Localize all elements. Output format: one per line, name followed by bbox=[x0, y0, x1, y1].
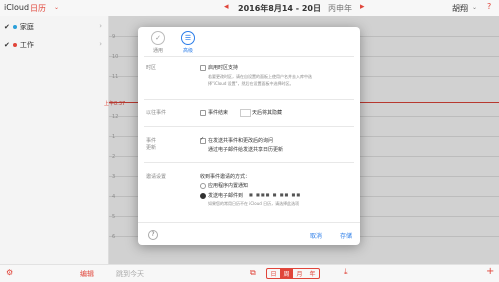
invite-radio-app[interactable] bbox=[200, 183, 206, 189]
cancel-button[interactable]: 取消 bbox=[310, 231, 322, 240]
invitations-heading: 收到事件邀请的方式： bbox=[200, 174, 251, 180]
go-today-button[interactable]: 跳到今天 bbox=[116, 269, 144, 279]
past-events-checkbox[interactable] bbox=[200, 110, 206, 116]
updates-option: 通过电子邮件给发送共享日历更新 bbox=[208, 147, 284, 153]
view-year[interactable]: 年 bbox=[306, 269, 319, 278]
section-divider bbox=[144, 56, 354, 57]
advanced-icon: ☰ bbox=[181, 31, 195, 45]
invite-note: 如果您的常用日历不在 iCloud 日历，请选择此选项 bbox=[208, 201, 300, 206]
updates-label: 更新 bbox=[146, 145, 157, 151]
sidebar-item-work[interactable]: ✔ 工作 bbox=[4, 40, 34, 50]
help-icon[interactable]: ? bbox=[487, 2, 491, 11]
app-title[interactable]: 日历 bbox=[30, 3, 46, 14]
past-events-label: 以往事件 bbox=[146, 110, 167, 116]
edit-button[interactable]: 编辑 bbox=[80, 269, 94, 279]
past-events-option: 天后将其隐藏 bbox=[252, 110, 283, 116]
invite-option: 应用程序内置通知 bbox=[208, 183, 249, 189]
days-input[interactable] bbox=[240, 109, 251, 117]
view-month[interactable]: 月 bbox=[293, 269, 306, 278]
sidebar-item-label: 家庭 bbox=[19, 23, 34, 31]
timezone-desc: 若要更改时区，请在自设置的面板上使用户名并去入库中选 bbox=[208, 74, 312, 79]
sidebar-item-home[interactable]: ✔ 家庭 bbox=[4, 22, 34, 32]
section-divider bbox=[144, 126, 354, 127]
tab-label: 通用 bbox=[152, 48, 163, 54]
timezone-checkbox[interactable] bbox=[200, 65, 206, 71]
brand: iCloud bbox=[4, 3, 30, 12]
tab-label: 高级 bbox=[182, 48, 193, 54]
timezone-option: 启用时区支持 bbox=[208, 65, 239, 71]
calendar-color-dot bbox=[12, 25, 17, 29]
date-range: 2016年8月14 - 20日 bbox=[238, 4, 321, 13]
bottom-bar: ⚙ 编辑 跳到今天 ⧉ 日 周 月 年 ⤓ + bbox=[0, 264, 499, 282]
view-day[interactable]: 日 bbox=[267, 269, 280, 278]
tab-general[interactable]: ✓ 通用 bbox=[144, 31, 172, 54]
chevron-down-icon[interactable]: ⌄ bbox=[472, 4, 477, 11]
past-events-option: 事件结束 bbox=[208, 110, 229, 116]
sidebar-item-label: 工作 bbox=[19, 41, 34, 49]
top-bar: iCloud 日历 ⌄ ◂ 2016年8月14 - 20日 丙申年 ▸ 胡翔 ⌄… bbox=[0, 0, 499, 17]
invite-option: 发送电子邮件到 bbox=[208, 193, 244, 199]
updates-checkbox[interactable] bbox=[200, 136, 206, 144]
save-button[interactable]: 存储 bbox=[340, 231, 352, 240]
settings-gear-icon[interactable]: ⚙ bbox=[6, 268, 13, 277]
checkmark-icon: ✓ bbox=[151, 31, 165, 45]
checkmark-icon: ✔ bbox=[4, 23, 10, 31]
updates-label: 事件 bbox=[146, 138, 157, 144]
previous-week-icon[interactable]: ◂ bbox=[224, 2, 229, 12]
calendar-sidebar: ✔ 家庭 ✔ 工作 › › bbox=[0, 16, 109, 264]
view-switcher: 日 周 月 年 bbox=[266, 268, 320, 279]
section-divider bbox=[138, 222, 360, 223]
timezone-label: 时区 bbox=[146, 65, 157, 71]
redacted-email: ■ ■■■ ■ ■■ ■■ bbox=[249, 192, 302, 197]
add-event-icon[interactable]: + bbox=[486, 266, 494, 277]
checkmark-icon: ✔ bbox=[4, 41, 10, 49]
view-week[interactable]: 周 bbox=[280, 269, 293, 278]
calendar-color-dot bbox=[12, 43, 17, 47]
chevron-down-icon[interactable]: ⌄ bbox=[54, 4, 59, 11]
section-divider bbox=[144, 99, 354, 100]
user-menu[interactable]: 胡翔 bbox=[452, 3, 468, 14]
updates-option: 在发送共事件和更改后的询问 bbox=[208, 138, 274, 144]
preferences-dialog: ✓ 通用 ☰ 高级 时区 启用时区支持 若要更改时区，请在自设置的面板上使用户名… bbox=[138, 27, 360, 245]
help-button[interactable]: ? bbox=[148, 230, 158, 240]
copy-icon[interactable]: ⧉ bbox=[250, 268, 256, 278]
tab-advanced[interactable]: ☰ 高级 bbox=[174, 31, 202, 54]
info-icon[interactable]: › bbox=[99, 40, 102, 48]
section-divider bbox=[144, 162, 354, 163]
next-week-icon[interactable]: ▸ bbox=[360, 2, 365, 12]
timezone-desc: 择"iCloud 设置"，然后在设置面板中选择时区。 bbox=[208, 81, 294, 86]
download-icon[interactable]: ⤓ bbox=[344, 267, 348, 277]
invite-radio-email[interactable] bbox=[200, 193, 206, 199]
lunar-year: 丙申年 bbox=[328, 4, 352, 13]
invitations-label: 邀请设置 bbox=[146, 174, 167, 180]
info-icon[interactable]: › bbox=[99, 22, 102, 30]
